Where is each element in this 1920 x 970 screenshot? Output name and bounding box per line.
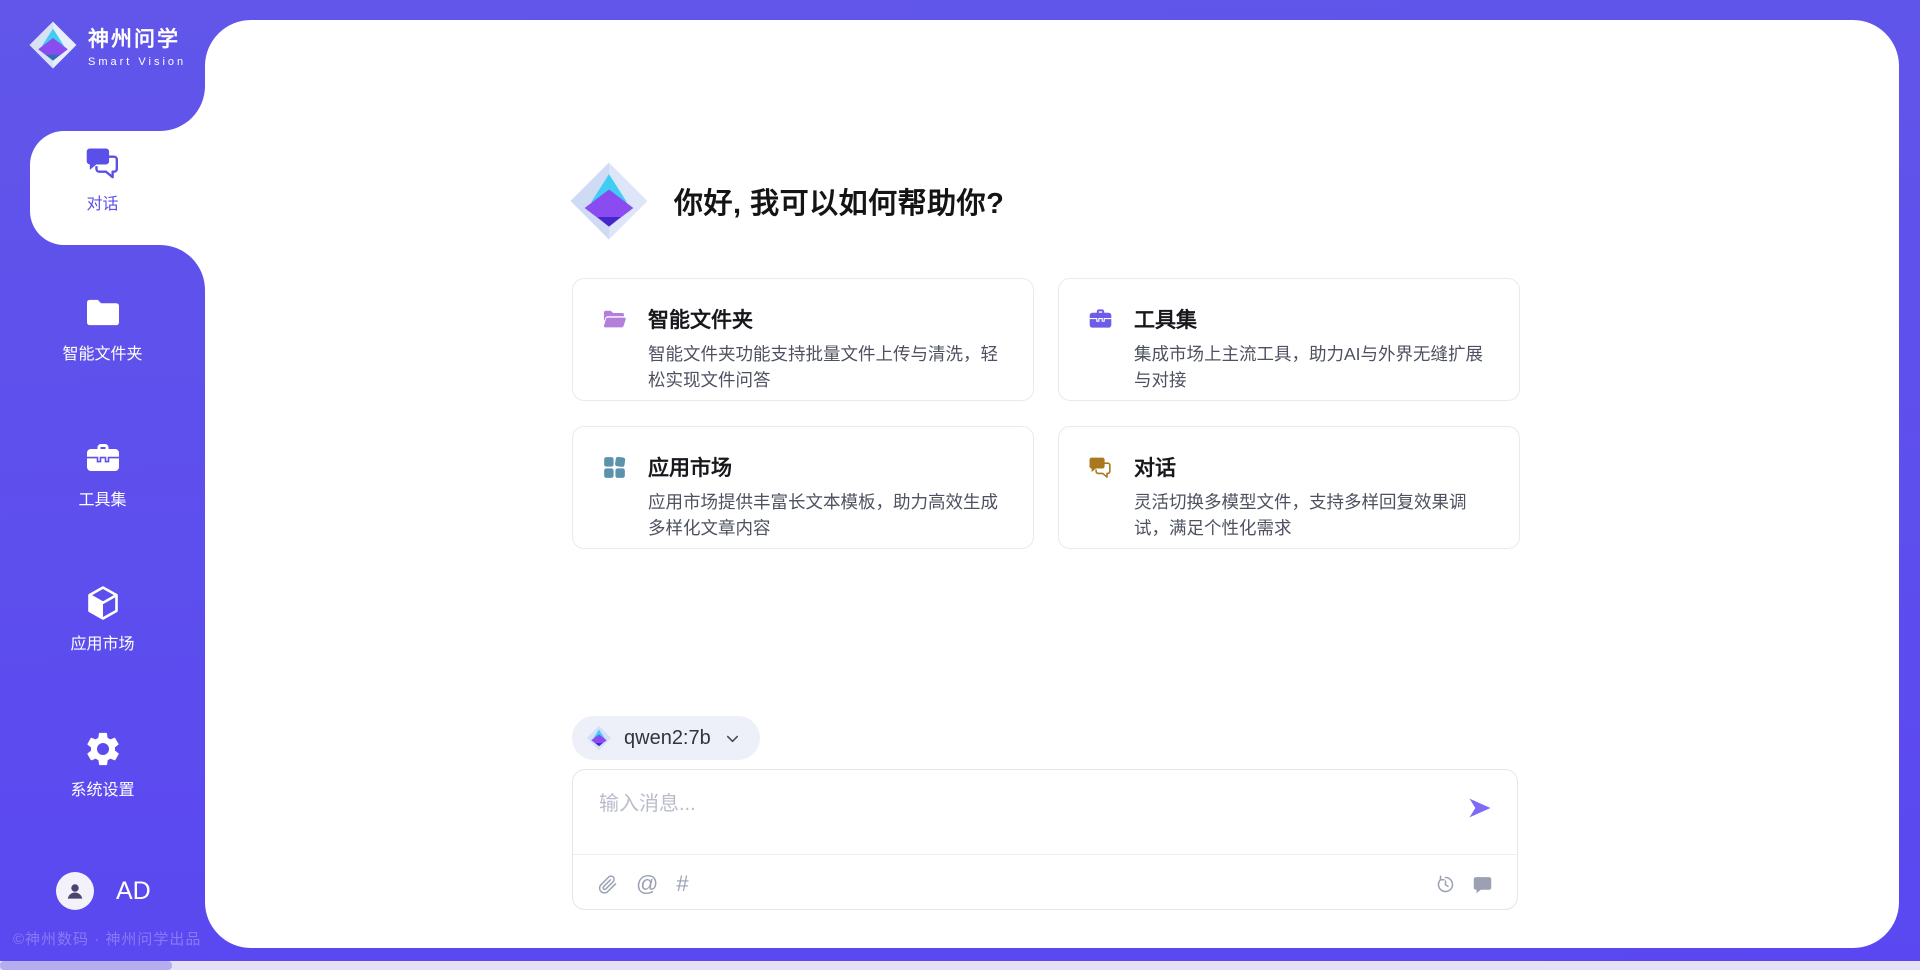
paperclip-icon	[597, 874, 618, 895]
message-input[interactable]	[599, 787, 1439, 847]
folder-open-icon	[601, 306, 628, 333]
history-icon	[1435, 874, 1456, 895]
sidebar: 神州问学 Smart Vision 对话 智能文件夹	[0, 0, 205, 970]
sidebar-item-label: 智能文件夹	[0, 340, 205, 364]
greeting: 你好, 我可以如何帮助你?	[568, 160, 1004, 242]
comment-icon	[1472, 874, 1493, 895]
cube-icon	[83, 583, 123, 623]
model-gem-icon	[586, 725, 612, 751]
user-profile[interactable]: AD	[56, 872, 151, 910]
tab-curve-bottom	[160, 245, 205, 290]
send-button[interactable]	[1465, 794, 1495, 824]
brand-subtitle: Smart Vision	[88, 56, 186, 68]
mention-button[interactable]: @	[636, 871, 658, 897]
composer-divider	[573, 854, 1517, 855]
composer-toolbar: @ #	[597, 867, 1493, 901]
card-title: 智能文件夹	[648, 304, 753, 334]
sidebar-item-label: 系统设置	[0, 776, 205, 800]
card-toolset[interactable]: 工具集 集成市场上主流工具，助力AI与外界无缝扩展与对接	[1058, 278, 1520, 401]
sidebar-item-label: 对话	[0, 190, 205, 214]
card-description: 智能文件夹功能支持批量文件上传与清洗，轻松实现文件问答	[648, 342, 1007, 394]
folder-icon	[83, 293, 123, 333]
sidebar-item-toolset[interactable]: 工具集	[0, 439, 205, 510]
sidebar-item-label: 应用市场	[0, 630, 205, 654]
send-icon	[1466, 794, 1494, 822]
sidebar-item-chat[interactable]: 对话	[0, 143, 205, 214]
feature-cards: 智能文件夹 智能文件夹功能支持批量文件上传与清洗，轻松实现文件问答 工具集 集成…	[572, 278, 1520, 549]
brand: 神州问学 Smart Vision	[28, 20, 186, 70]
chat-icon	[83, 143, 123, 183]
greeting-title: 你好, 我可以如何帮助你?	[674, 180, 1004, 222]
brand-name: 神州问学	[88, 23, 186, 53]
card-title: 对话	[1134, 452, 1176, 482]
avatar	[56, 872, 94, 910]
attach-file-button[interactable]	[597, 874, 618, 895]
chevron-down-icon	[723, 729, 742, 748]
grid-icon	[601, 454, 628, 481]
sidebar-item-label: 工具集	[0, 486, 205, 510]
model-selector[interactable]: qwen2:7b	[572, 716, 760, 760]
horizontal-scrollbar	[0, 961, 1920, 970]
tab-curve-top	[160, 86, 205, 131]
main-panel: 你好, 我可以如何帮助你? 智能文件夹 智能文件夹功能支持批量文件上传与清洗，轻…	[205, 20, 1899, 948]
card-title: 应用市场	[648, 452, 732, 482]
toolbox-icon	[1087, 306, 1114, 333]
history-button[interactable]	[1435, 874, 1456, 895]
card-description: 集成市场上主流工具，助力AI与外界无缝扩展与对接	[1134, 342, 1493, 394]
card-description: 应用市场提供丰富长文本模板，助力高效生成多样化文章内容	[648, 490, 1007, 542]
card-app-market[interactable]: 应用市场 应用市场提供丰富长文本模板，助力高效生成多样化文章内容	[572, 426, 1034, 549]
composer: @ #	[572, 769, 1518, 910]
assistant-gem-icon	[568, 160, 650, 242]
sidebar-item-smart-folder[interactable]: 智能文件夹	[0, 293, 205, 364]
chat-icon	[1087, 454, 1114, 481]
sidebar-item-settings[interactable]: 系统设置	[0, 729, 205, 800]
topic-button[interactable]: #	[676, 871, 688, 897]
toolbox-icon	[83, 439, 123, 479]
card-chat[interactable]: 对话 灵活切换多模型文件，支持多样回复效果调试，满足个性化需求	[1058, 426, 1520, 549]
card-smart-folder[interactable]: 智能文件夹 智能文件夹功能支持批量文件上传与清洗，轻松实现文件问答	[572, 278, 1034, 401]
person-icon	[63, 879, 87, 903]
conversations-button[interactable]	[1472, 874, 1493, 895]
user-name: AD	[116, 877, 151, 906]
brand-logo-gem-icon	[28, 20, 78, 70]
sidebar-item-app-market[interactable]: 应用市场	[0, 583, 205, 654]
gear-icon	[83, 729, 123, 769]
model-name: qwen2:7b	[624, 727, 711, 750]
card-description: 灵活切换多模型文件，支持多样回复效果调试，满足个性化需求	[1134, 490, 1493, 542]
copyright-footer: ©神州数码 · 神州问学出品	[13, 928, 201, 949]
card-title: 工具集	[1134, 304, 1197, 334]
